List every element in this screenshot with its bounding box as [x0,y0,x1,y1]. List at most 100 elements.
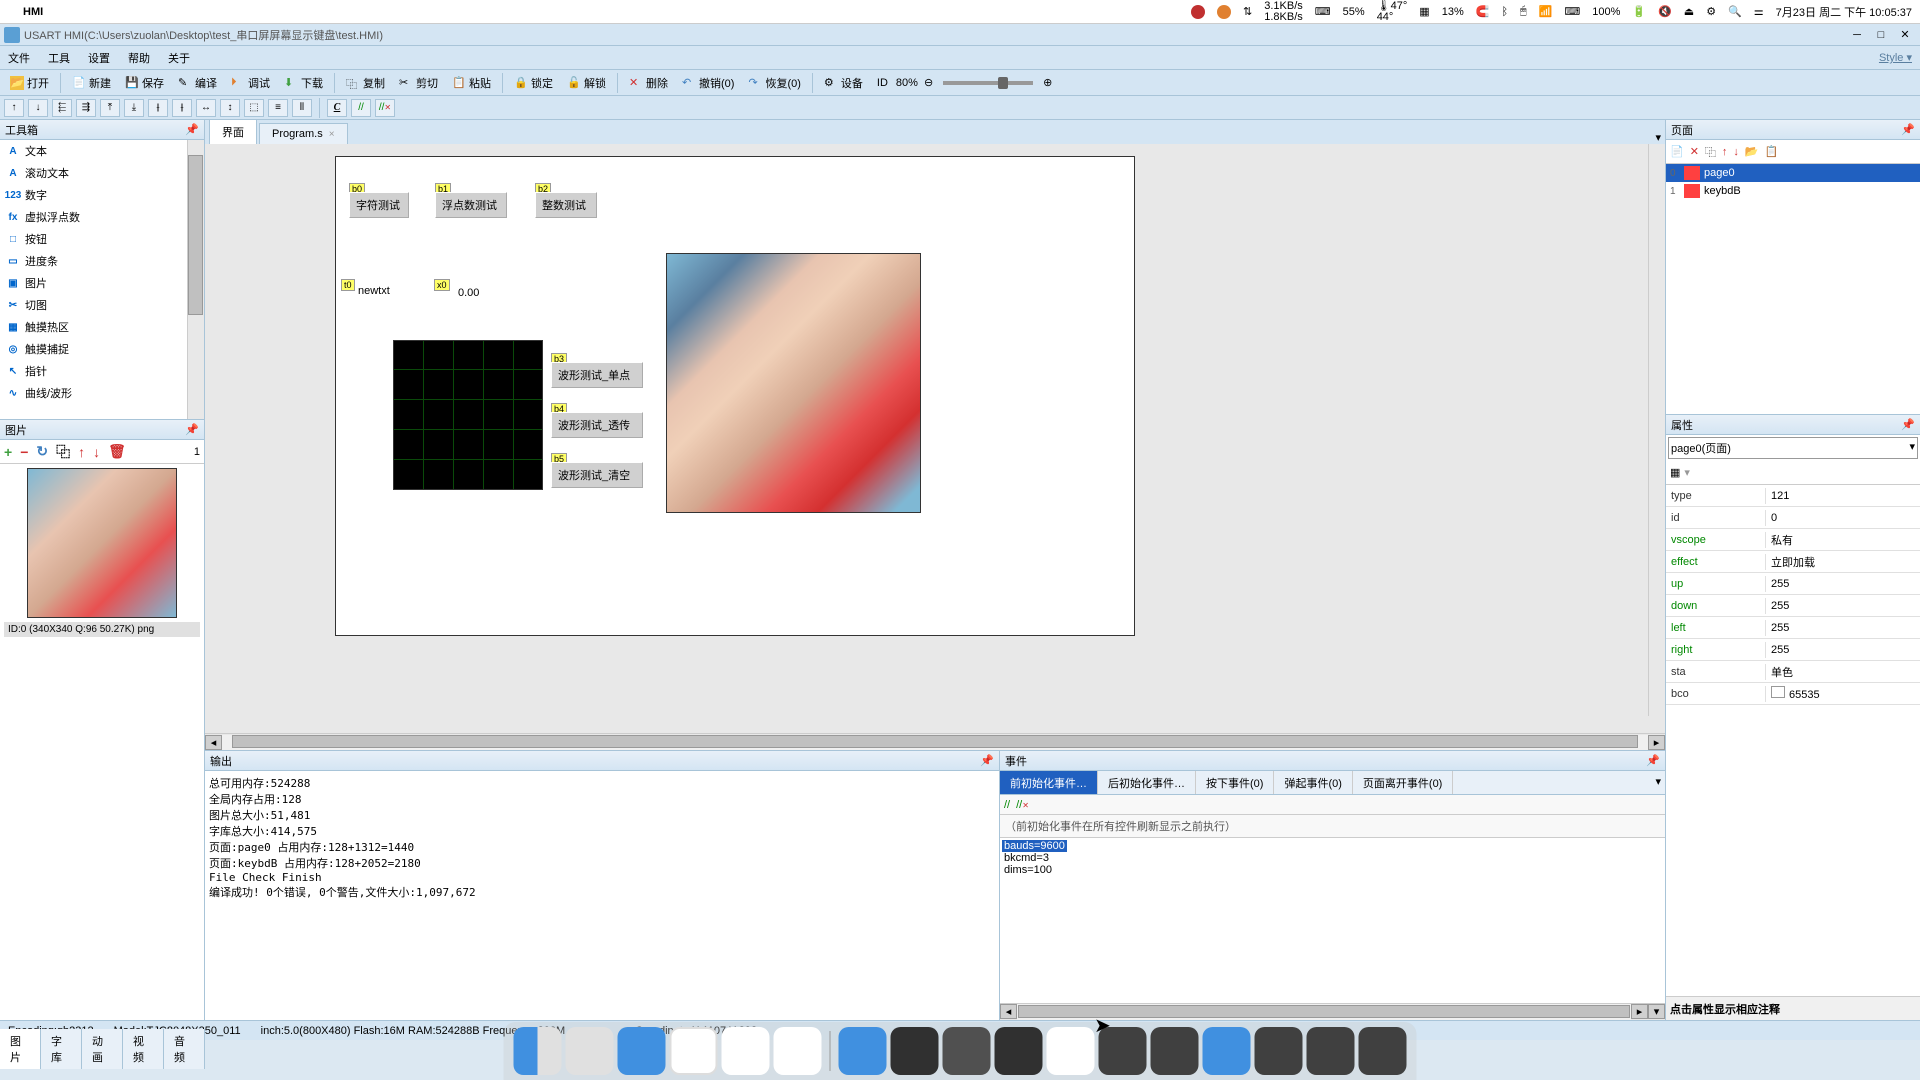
dock-app11[interactable] [1359,1027,1407,1075]
dock-wechat[interactable] [774,1027,822,1075]
tab-postinit[interactable]: 后初始化事件… [1098,771,1196,794]
menu-file[interactable]: 文件 [8,50,30,66]
canvas-scrollbar-h[interactable]: ◂▸ [205,733,1665,750]
dist-h-button[interactable]: ≡ [268,99,288,117]
cut-button[interactable]: ✂剪切 [393,72,444,94]
tab-audio[interactable]: 音频 [164,1029,205,1069]
hmi-text-t0[interactable]: newtxt [358,285,390,297]
hmi-button-b1[interactable]: 浮点数测试 [435,192,507,218]
tab-release[interactable]: 弹起事件(0) [1274,771,1352,794]
menu-settings[interactable]: 设置 [88,50,110,66]
style-dropdown[interactable]: Style ▾ [1879,51,1912,64]
toolbox-item[interactable]: □按钮 [0,228,204,250]
toolbox-item[interactable]: ∿曲线/波形 [0,382,204,404]
delete-picture-button[interactable]: 🗑 [108,443,126,460]
battery-icon[interactable]: 🔋 [1632,5,1646,18]
tab-leave[interactable]: 页面离开事件(0) [1353,771,1453,794]
add-page-button[interactable]: 📄 [1670,145,1684,158]
dock-app10[interactable] [1307,1027,1355,1075]
control-center-icon[interactable]: ⚌ [1754,5,1764,18]
align-right-button[interactable]: ⇶ [76,99,96,117]
prop-row[interactable]: up255 [1666,573,1920,595]
align-top-button[interactable]: ⤒ [100,99,120,117]
canvas-scrollbar-v[interactable] [1648,144,1665,716]
unlock-button[interactable]: 🔓解锁 [561,72,612,94]
prop-row[interactable]: bco65535 [1666,683,1920,705]
toolbox-item[interactable]: A滚动文本 [0,162,204,184]
dock-terminal[interactable] [891,1027,939,1075]
add-picture-button[interactable]: + [4,444,12,460]
canvas-area[interactable]: b0 字符测试 b1 浮点数测试 b2 整数测试 t0 newtxt x0 0.… [205,144,1665,733]
tab-program[interactable]: Program.s× [259,123,348,144]
prop-row[interactable]: effect立即加载 [1666,551,1920,573]
prop-row[interactable]: left255 [1666,617,1920,639]
comment-code-button[interactable]: // [1004,799,1010,811]
eject-icon[interactable]: ⏏ [1684,5,1694,18]
output-content[interactable]: 总可用内存:524288 全局内存占用:128 图片总大小:51,481 字库总… [205,771,999,1020]
copy-button[interactable]: ⿻复制 [340,72,391,94]
categorize-button[interactable]: ▦ [1670,466,1680,479]
save-button[interactable]: 💾保存 [119,72,170,94]
toolbox-item[interactable]: ▣图片 [0,272,204,294]
page-up-button[interactable]: ↑ [1722,146,1728,158]
pin-icon[interactable]: 📌 [185,423,199,436]
redo-button[interactable]: ↷恢复(0) [742,72,806,94]
close-icon[interactable]: × [329,129,335,140]
debug-button[interactable]: ⏵调试 [225,72,276,94]
prop-row[interactable]: vscope私有 [1666,529,1920,551]
lock-button[interactable]: 🔒锁定 [508,72,559,94]
toolbox-item[interactable]: ◎触摸捕捉 [0,338,204,360]
move-down-button[interactable]: ↓ [93,444,100,460]
dock-edge[interactable] [618,1027,666,1075]
align-center-v-button[interactable]: ⫲ [172,99,192,117]
maximize-button[interactable]: □ [1870,26,1892,44]
dock-app1[interactable] [839,1027,887,1075]
code-line-1[interactable]: bauds=9600 [1002,840,1067,852]
page-item[interactable]: 1keybdB [1666,182,1920,200]
compile-button[interactable]: ✎编译 [172,72,223,94]
toolbox-item[interactable]: ↖指针 [0,360,204,382]
hmi-canvas[interactable]: b0 字符测试 b1 浮点数测试 b2 整数测试 t0 newtxt x0 0.… [335,156,1135,636]
pin-icon[interactable]: 📌 [980,754,994,767]
event-tab-dropdown[interactable]: ▾ [1651,771,1665,794]
import-page-button[interactable]: 📂 [1745,145,1759,158]
pin-icon[interactable]: 📌 [185,123,199,136]
alphabetize-button[interactable]: ▾ [1684,466,1690,479]
zoom-out-button[interactable]: ⊖ [920,76,937,89]
bluetooth-icon[interactable]: ᛒ [1501,6,1508,18]
export-page-button[interactable]: 📋 [1765,145,1779,158]
pin-icon[interactable]: 📌 [1901,418,1915,431]
mute-icon[interactable]: 🔇 [1658,5,1672,18]
keyboard-lang-icon[interactable]: ⌨ [1564,5,1580,18]
code-c-button[interactable]: C [327,99,347,117]
comment-button[interactable]: // [351,99,371,117]
page-down-button[interactable]: ↓ [1733,146,1739,158]
align-bottom-button[interactable]: ⤓ [124,99,144,117]
tab-video[interactable]: 视频 [123,1029,164,1069]
page-item[interactable]: 0page0 [1666,164,1920,182]
same-size-button[interactable]: ⬚ [244,99,264,117]
move-up-button[interactable]: ↑ [78,444,85,460]
hmi-button-b3[interactable]: 波形测试_单点 [551,362,643,388]
wifi-icon[interactable]: 📶 [1539,5,1553,18]
tab-dropdown[interactable]: ▾ [1655,131,1661,144]
download-button[interactable]: ⬇下载 [278,72,329,94]
dock-app9[interactable] [1255,1027,1303,1075]
dock-mx[interactable] [1203,1027,1251,1075]
same-height-button[interactable]: ↕ [220,99,240,117]
align-center-h-button[interactable]: ⫲ [148,99,168,117]
uncomment-button[interactable]: //✕ [375,99,395,117]
device-button[interactable]: ⚙设备 [818,72,869,94]
tab-preinit[interactable]: 前初始化事件… [1000,771,1098,794]
prop-row[interactable]: right255 [1666,639,1920,661]
hmi-waveform[interactable] [393,340,543,490]
delete-page-button[interactable]: ✕ [1690,145,1699,158]
replace-picture-button[interactable]: ⿻ [56,442,70,462]
toolbox-scrollbar[interactable] [187,140,204,419]
remove-picture-button[interactable]: − [20,444,28,460]
menu-help[interactable]: 帮助 [128,50,150,66]
zoom-in-button[interactable]: ⊕ [1039,76,1056,89]
arrow-up-button[interactable]: ↑ [4,99,24,117]
toolbox-item[interactable]: ▦触摸热区 [0,316,204,338]
dock-wps[interactable] [1047,1027,1095,1075]
